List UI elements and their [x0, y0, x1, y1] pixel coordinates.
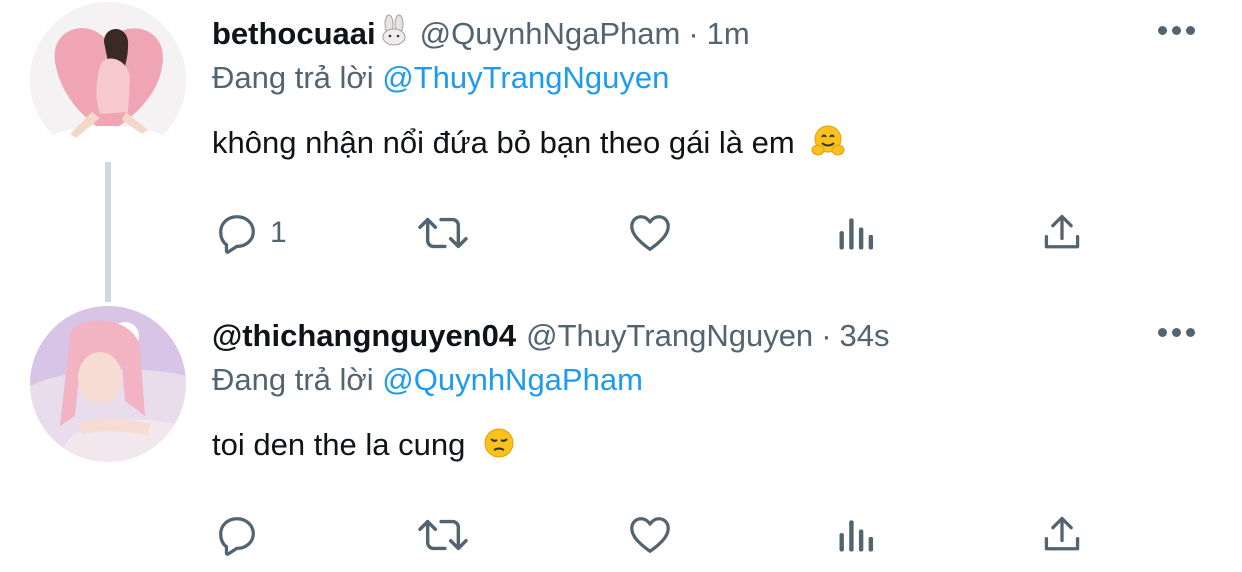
tweet[interactable]: @thichangnguyen04 @ThuyTrangNguyen · 34s…	[0, 302, 1242, 572]
retweet-button[interactable]	[416, 507, 470, 563]
tweet-actions: 1	[0, 205, 1242, 261]
analytics-button[interactable]	[834, 205, 878, 261]
share-icon	[1044, 214, 1080, 249]
display-name[interactable]: @thichangnguyen04	[212, 318, 516, 354]
tweet-text-content: toi den the la cung	[212, 427, 466, 463]
timestamp[interactable]: 1m	[707, 16, 750, 52]
reply-button[interactable]: 1	[214, 205, 287, 261]
share-button[interactable]	[1040, 205, 1084, 261]
replying-prefix: Đang trả lời	[212, 60, 374, 95]
analytics-icon	[839, 218, 874, 250]
user-handle[interactable]: @ThuyTrangNguyen	[526, 318, 813, 354]
retweet-icon	[418, 217, 468, 249]
like-button[interactable]	[626, 205, 674, 261]
reply-icon	[219, 215, 255, 254]
hugging-face-emoji-icon	[811, 124, 845, 166]
rabbit-emoji-icon	[378, 14, 410, 54]
timestamp[interactable]: 34s	[840, 318, 890, 354]
mention-link[interactable]: @QuynhNgaPham	[382, 362, 643, 397]
tweet-text-content: không nhận nổi đứa bỏ bạn theo gái là em	[212, 125, 795, 161]
like-icon	[630, 215, 670, 251]
replying-to: Đang trả lời @QuynhNgaPham	[212, 362, 643, 398]
like-icon	[630, 517, 670, 553]
user-handle[interactable]: @QuynhNgaPham	[420, 16, 681, 52]
analytics-button[interactable]	[834, 507, 878, 563]
display-name[interactable]: bethocuaai	[212, 16, 376, 52]
separator-dot: ·	[688, 16, 699, 51]
tweet-header: bethocuaai @QuynhNgaPham · 1m	[212, 14, 750, 54]
tweet-header: @thichangnguyen04 @ThuyTrangNguyen · 34s	[212, 316, 890, 356]
tweet-actions	[0, 507, 1242, 563]
reply-icon	[219, 517, 255, 556]
more-icon[interactable]	[1158, 22, 1198, 38]
pensive-face-emoji-icon	[482, 426, 516, 468]
share-button[interactable]	[1040, 507, 1084, 563]
retweet-button[interactable]	[416, 205, 470, 261]
tweet[interactable]: bethocuaai @QuynhNgaPham · 1m Đang trả l…	[0, 0, 1242, 302]
reply-count: 1	[270, 216, 287, 249]
separator-dot: ·	[821, 318, 832, 353]
reply-button[interactable]	[214, 507, 270, 563]
share-icon	[1044, 516, 1080, 551]
tweet-text: không nhận nổi đứa bỏ bạn theo gái là em	[212, 124, 845, 166]
replying-to: Đang trả lời @ThuyTrangNguyen	[212, 60, 669, 96]
like-button[interactable]	[626, 507, 674, 563]
avatar[interactable]	[30, 306, 186, 462]
mention-link[interactable]: @ThuyTrangNguyen	[382, 60, 669, 95]
retweet-icon	[418, 519, 468, 551]
more-icon[interactable]	[1158, 324, 1198, 340]
analytics-icon	[839, 520, 874, 552]
tweet-text: toi den the la cung	[212, 426, 516, 468]
replying-prefix: Đang trả lời	[212, 362, 374, 397]
avatar[interactable]	[30, 2, 186, 158]
